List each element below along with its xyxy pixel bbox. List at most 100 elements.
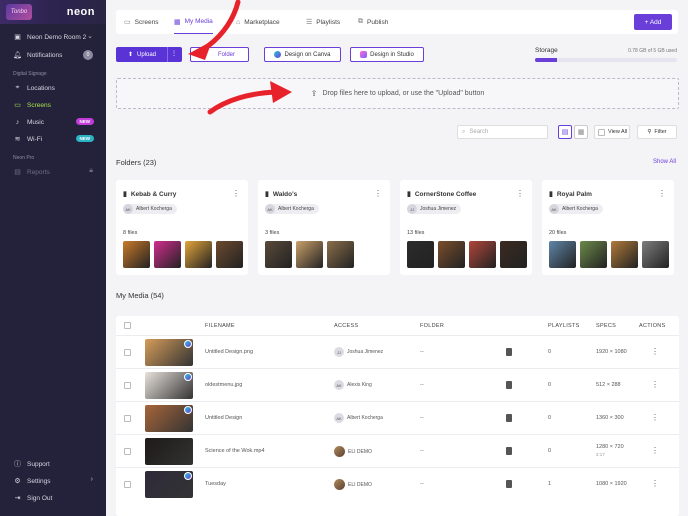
folder-card[interactable]: ▮ CornerStone Coffee ⋮ JJ Joshua Jimenez… <box>400 180 532 275</box>
table-row[interactable]: Science of the Wok.mp4 ELI DEMO -- 0 128… <box>116 434 679 467</box>
thumbnail[interactable] <box>469 241 496 268</box>
design-on-canva-button[interactable]: Design on Canva <box>264 47 341 62</box>
playlists-cell: 0 <box>548 349 552 355</box>
tab-label: My Media <box>184 18 213 25</box>
select-all-checkbox[interactable] <box>124 322 131 329</box>
column-header-filename[interactable]: FILENAME <box>205 323 235 329</box>
row-checkbox[interactable] <box>124 448 131 455</box>
media-table: FILENAME ACCESS FOLDER PLAYLISTS SPECS A… <box>116 316 679 516</box>
thumbnail[interactable] <box>154 241 181 268</box>
thumbnail[interactable] <box>500 241 527 268</box>
more-options-icon[interactable]: ⋮ <box>374 189 382 198</box>
building-icon[interactable] <box>506 381 512 389</box>
building-icon: ▮ <box>265 191 269 198</box>
search-icon: ⌕ <box>462 128 466 135</box>
building-icon[interactable] <box>506 414 512 422</box>
specs-cell: 1280 × 720 <box>596 444 624 450</box>
table-row[interactable]: Untitled Design.png JJ Joshua Jimenez -- … <box>116 335 679 368</box>
tab-playlists[interactable]: ☰ Playlists <box>306 10 340 34</box>
building-icon[interactable] <box>506 348 512 356</box>
filename-cell[interactable]: Science of the Wok.mp4 <box>205 448 265 454</box>
filename-cell[interactable]: Tuesday <box>205 481 226 487</box>
more-options-icon[interactable]: ⋮ <box>171 47 177 62</box>
thumbnail[interactable] <box>296 241 323 268</box>
more-options-icon[interactable]: ⋮ <box>658 189 666 198</box>
more-options-icon[interactable]: ⋮ <box>651 347 659 356</box>
thumbnail[interactable] <box>327 241 354 268</box>
column-header-access[interactable]: ACCESS <box>334 323 358 329</box>
sidebar-item-support[interactable]: ⓘ Support <box>0 457 106 471</box>
building-icon[interactable] <box>506 480 512 488</box>
grid-view-button[interactable]: ▦ <box>574 125 588 139</box>
table-row[interactable]: oldestmenu.jpg AK Alexis King -- 0 512 × … <box>116 368 679 401</box>
folder-card[interactable]: ▮ Royal Palm ⋮ AK Albert Kocherga 20 fil… <box>542 180 674 275</box>
filename-cell[interactable]: Untitled Design <box>205 415 242 421</box>
org-switcher[interactable]: ▣ Neon Demo Room 2 ⌄ <box>0 30 106 44</box>
media-thumbnail[interactable] <box>145 438 193 465</box>
sidebar-item-signout[interactable]: ⇥ Sign Out <box>0 491 106 505</box>
canva-icon <box>184 340 192 348</box>
folder-card[interactable]: ▮ Waldo's ⋮ AK Albert Kocherga 3 files <box>258 180 390 275</box>
column-header-playlists[interactable]: PLAYLISTS <box>548 323 580 329</box>
new-folder-button[interactable]: Folder <box>190 47 249 62</box>
sidebar-item-locations[interactable]: ⌖ Locations <box>0 81 106 95</box>
row-checkbox[interactable] <box>124 481 131 488</box>
sidebar-item-screens[interactable]: ▭ Screens <box>0 98 106 112</box>
column-header-specs[interactable]: SPECS <box>596 323 616 329</box>
storage-label: Storage <box>535 47 558 54</box>
playlist-icon: ☰ <box>306 19 313 26</box>
studio-label: Design in Studio <box>370 51 414 58</box>
thumbnail[interactable] <box>549 241 576 268</box>
tab-publish[interactable]: ⧉ Publish <box>358 10 388 34</box>
sidebar-item-notifications[interactable]: 🔔︎ Notifications 0 <box>0 48 106 62</box>
more-options-icon[interactable]: ⋮ <box>516 189 524 198</box>
row-checkbox[interactable] <box>124 382 131 389</box>
design-in-studio-button[interactable]: Design in Studio <box>350 47 424 62</box>
filename-cell[interactable]: oldestmenu.jpg <box>205 382 242 388</box>
tab-screens[interactable]: ▭ Screens <box>124 10 158 34</box>
view-all-toggle[interactable]: View All <box>594 125 630 139</box>
filter-button[interactable]: ⚲ Filter <box>637 125 677 139</box>
folder-owner: AK Albert Kocherga <box>265 204 319 214</box>
sidebar-item-settings[interactable]: ⚙ Settings › <box>0 474 106 488</box>
search-input[interactable]: ⌕ Search <box>457 125 548 139</box>
tab-my-media[interactable]: ▦ My Media <box>174 10 213 34</box>
row-checkbox[interactable] <box>124 415 131 422</box>
thumbnail[interactable] <box>265 241 292 268</box>
more-options-icon[interactable]: ⋮ <box>651 479 659 488</box>
tab-marketplace[interactable]: ⌂ Marketplace <box>236 10 280 34</box>
building-icon[interactable] <box>506 447 512 455</box>
show-all-link[interactable]: Show All <box>653 159 676 165</box>
add-button[interactable]: + Add <box>634 14 672 30</box>
more-options-icon[interactable]: ⋮ <box>232 189 240 198</box>
sidebar-item-wifi[interactable]: ≋ Wi-Fi NEW <box>0 132 106 146</box>
filename-cell[interactable]: Untitled Design.png <box>205 349 253 355</box>
thumbnail[interactable] <box>438 241 465 268</box>
thumbnail[interactable] <box>580 241 607 268</box>
org-logo[interactable]: Tonbo <box>6 4 32 20</box>
avatar <box>334 446 345 457</box>
more-options-icon[interactable]: ⋮ <box>651 380 659 389</box>
thumbnail[interactable] <box>123 241 150 268</box>
row-checkbox[interactable] <box>124 349 131 356</box>
view-all-checkbox[interactable] <box>598 128 605 136</box>
table-row[interactable]: Untitled Design AK Albert Kocherga -- 0 1… <box>116 401 679 434</box>
column-header-folder[interactable]: FOLDER <box>420 323 444 329</box>
thumbnail[interactable] <box>611 241 638 268</box>
playlists-cell: 0 <box>548 382 552 388</box>
thumbnail[interactable] <box>642 241 669 268</box>
more-options-icon[interactable]: ⋮ <box>651 446 659 455</box>
sidebar-item-music[interactable]: ♪ Music NEW <box>0 115 106 129</box>
sidebar-item-reports[interactable]: ▤ Reports 🔒︎ <box>0 165 106 179</box>
table-row[interactable]: Tuesday ELI DEMO -- 1 1080 × 1920 ⋮ <box>116 467 679 500</box>
thumbnail[interactable] <box>216 241 243 268</box>
more-options-icon[interactable]: ⋮ <box>651 413 659 422</box>
upload-button[interactable]: ⬆ Upload ⋮ <box>116 47 182 62</box>
list-view-button[interactable]: ▤ <box>558 125 572 139</box>
folder-card[interactable]: ▮ Kebab & Curry ⋮ AK Albert Kocherga 8 f… <box>116 180 248 275</box>
avatar: AK <box>334 380 344 390</box>
new-badge: NEW <box>75 135 94 142</box>
thumbnail[interactable] <box>185 241 212 268</box>
upload-dropzone[interactable]: ⇪ Drop files here to upload, or use the … <box>116 78 679 109</box>
thumbnail[interactable] <box>407 241 434 268</box>
